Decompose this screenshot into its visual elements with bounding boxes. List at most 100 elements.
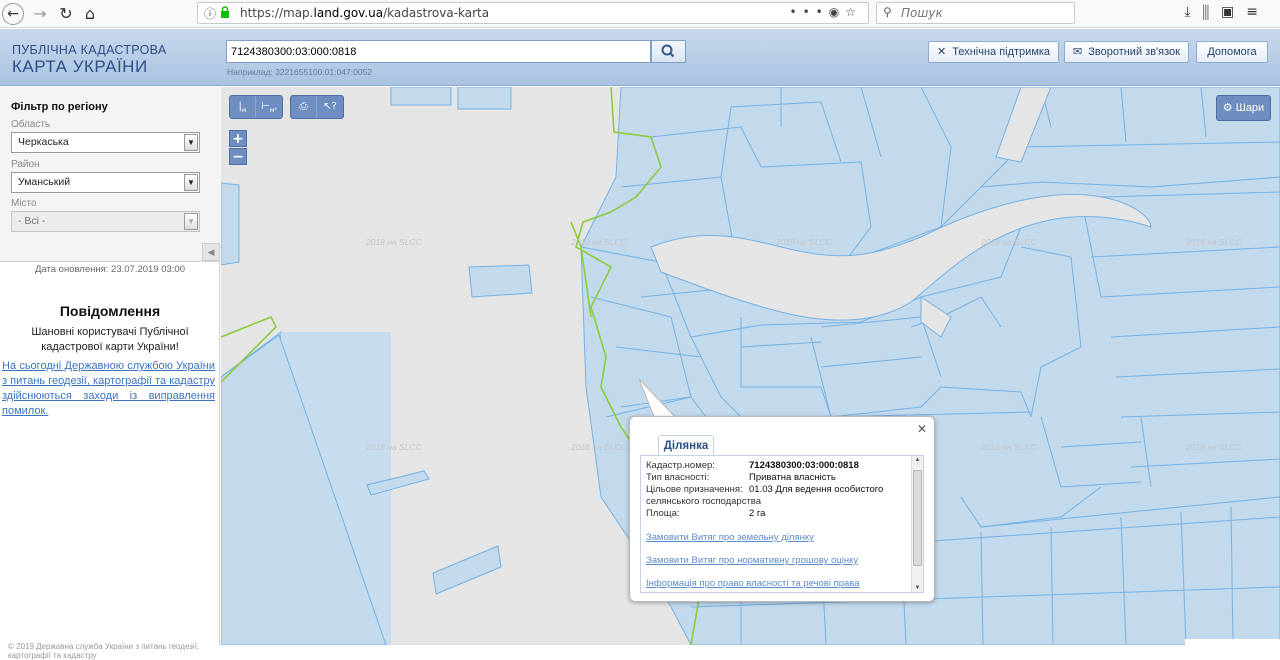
cadastral-search-input[interactable] — [226, 40, 651, 63]
browser-search[interactable]: ⚲ — [876, 2, 1075, 24]
notice-link[interactable]: На сьогодні Державною службою України з … — [2, 359, 215, 419]
popup-scrollbar[interactable]: ▲ ▼ — [911, 456, 923, 592]
field-value: селянського господарства — [646, 496, 762, 507]
field-value: 7124380300:03:000:0818 — [749, 460, 859, 471]
parcel-popup: ✕ Ділянка Кадастр.номер: 7124380300:03:00… — [629, 416, 935, 602]
scroll-up-icon[interactable]: ▲ — [912, 457, 923, 463]
cadastral-search-button[interactable] — [651, 40, 686, 63]
print-icon[interactable]: ⎙ — [291, 96, 317, 118]
district-label: Район — [11, 159, 40, 170]
help-button[interactable]: Допомога — [1196, 41, 1268, 63]
url-prefix: https://map. — [240, 6, 314, 20]
chevron-down-icon[interactable]: ▼ — [184, 174, 198, 191]
browser-toolbar: ← → ↻ ⌂ ⓘ https://map.land.gov.ua/kadast… — [0, 0, 1280, 28]
watermark: 2018 на SLCC — [366, 442, 422, 452]
info-icon[interactable]: ⓘ — [204, 5, 216, 22]
notice-text: Шановні користувачі Публічної кадастрово… — [31, 326, 189, 353]
sidebar: Фільтр по регіону Область Черкаська ▼ Рай… — [0, 87, 220, 660]
forward-icon[interactable]: → — [28, 2, 52, 26]
measure-distance-icon[interactable]: |м — [230, 96, 256, 118]
zoom-out-button[interactable]: − — [229, 148, 247, 165]
district-select[interactable]: Уманський ▼ — [11, 172, 200, 193]
region-label: Область — [11, 119, 51, 130]
url-text: https://map.land.gov.ua/kadastrova-karta — [240, 6, 489, 20]
measure-tools: |м ⊢м² — [229, 95, 283, 119]
watermark: 2018 на SLCC — [1186, 442, 1242, 452]
region-filter: Фільтр по регіону Область Черкаська ▼ Рай… — [0, 87, 220, 262]
scroll-down-icon[interactable]: ▼ — [912, 585, 923, 591]
library-icon[interactable]: ⫼ — [1203, 4, 1221, 20]
page-actions[interactable]: •••◉☆ — [790, 5, 862, 19]
app-header: ПУБЛІЧНА КАДАСТРОВА КАРТА УКРАЇНИ Наприк… — [0, 29, 1280, 86]
region-select[interactable]: Черкаська ▼ — [11, 132, 200, 153]
sidebar-icon[interactable]: ▣ — [1221, 4, 1246, 20]
collapse-sidebar-button[interactable]: ◀ — [202, 243, 220, 261]
browser-search-input[interactable] — [901, 6, 1061, 20]
zoom-in-button[interactable]: + — [229, 130, 247, 147]
gear-icon: ⚙ — [1222, 101, 1233, 114]
logo-line1: ПУБЛІЧНА КАДАСТРОВА — [12, 43, 167, 57]
notice-title: Повідомлення — [59, 303, 161, 319]
field-row: селянського господарства — [646, 496, 909, 508]
watermark: 2018 на SLCC — [571, 442, 627, 452]
watermark: 2018 на SLCC — [1186, 237, 1242, 247]
feedback-label: Зворотний зв'язок — [1088, 46, 1180, 58]
popup-content: Кадастр.номер: 7124380300:03:000:0818 Тип… — [640, 455, 924, 593]
pocket-icon[interactable]: ◉ — [829, 5, 845, 19]
watermark: 2018 на SLCC — [981, 442, 1037, 452]
map-footer-strip — [1185, 639, 1280, 645]
region-value: Черкаська — [18, 136, 69, 148]
back-icon[interactable]: ← — [2, 3, 24, 25]
field-key: Цільове призначення: — [646, 484, 743, 495]
watermark: 2018 на SLCC — [571, 237, 627, 247]
home-icon[interactable]: ⌂ — [78, 2, 102, 26]
field-row: Площа: 2 га — [646, 508, 909, 520]
map-tools: ⎙ ↖? — [290, 95, 344, 119]
mail-icon: ✉ — [1073, 45, 1083, 58]
chevron-down-icon: ▼ — [184, 213, 198, 230]
city-select[interactable]: - Всі - ▼ — [11, 211, 200, 232]
lock-icon — [220, 6, 230, 18]
logo-line2: КАРТА УКРАЇНИ — [12, 57, 148, 76]
tab-parcel[interactable]: Ділянка — [658, 435, 714, 455]
browser-tools[interactable]: ⤓⫼▣≡ — [1184, 4, 1270, 20]
close-icon[interactable]: ✕ — [917, 422, 927, 436]
field-row: Цільове призначення: 01.03 Для ведення ос… — [646, 484, 909, 496]
bookmark-star-icon[interactable]: ☆ — [845, 5, 862, 19]
field-key: Тип власності: — [646, 472, 710, 483]
feedback-button[interactable]: ✉ Зворотний зв'язок — [1064, 41, 1189, 63]
order-valuation-extract-link[interactable]: Замовити Витяг про нормативну грошову оц… — [646, 555, 909, 566]
scroll-thumb[interactable] — [913, 470, 922, 566]
search-icon: ⚲ — [883, 5, 892, 19]
map-canvas[interactable]: 2018 на SLCC 2018 на SLCC 2018 на SLCC 2… — [221, 87, 1280, 645]
search-example: Наприклад: 3221655100:01:047:0052 — [227, 67, 373, 77]
menu-icon[interactable]: ≡ — [1246, 4, 1270, 20]
update-date: Дата оновлення: 23.07.2019 03:00 — [34, 264, 186, 275]
more-icon[interactable]: ••• — [790, 5, 829, 19]
layers-button[interactable]: ⚙ Шари — [1216, 95, 1271, 121]
support-button[interactable]: ✕ Технічна підтримка — [928, 41, 1060, 63]
field-value: Приватна власність — [749, 472, 836, 483]
field-value: 01.03 Для ведення особистого — [749, 484, 884, 495]
identify-cursor-icon[interactable]: ↖? — [317, 96, 343, 118]
field-row: Тип власності: Приватна власність — [646, 472, 909, 484]
reload-icon[interactable]: ↻ — [54, 2, 78, 26]
order-parcel-extract-link[interactable]: Замовити Витяг про земельну ділянку — [646, 532, 909, 543]
url-path: /kadastrova-karta — [383, 6, 490, 20]
download-icon[interactable]: ⤓ — [1184, 4, 1202, 20]
address-bar[interactable]: ⓘ https://map.land.gov.ua/kadastrova-kar… — [197, 2, 869, 24]
tools-icon: ✕ — [937, 45, 947, 58]
city-value: - Всі - — [18, 215, 46, 227]
field-key: Площа: — [646, 508, 680, 519]
district-value: Уманський — [18, 176, 71, 188]
layers-label: Шари — [1235, 102, 1265, 114]
chevron-down-icon[interactable]: ▼ — [184, 134, 198, 151]
filter-title: Фільтр по регіону — [11, 101, 108, 113]
field-key: Кадастр.номер: — [646, 460, 715, 471]
measure-area-icon[interactable]: ⊢м² — [256, 96, 282, 118]
watermark: 2018 на SLCC — [981, 237, 1037, 247]
watermark: 2018 на SLCC — [366, 237, 422, 247]
watermark: 2018 на SLCC — [776, 237, 832, 247]
support-label: Технічна підтримка — [952, 46, 1051, 58]
ownership-info-link[interactable]: Інформація про право власності та речові… — [646, 578, 909, 589]
